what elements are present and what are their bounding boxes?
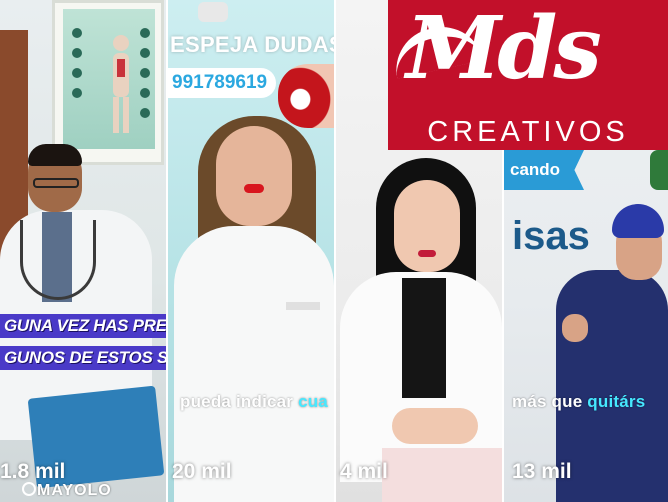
watermark: MAYOLO xyxy=(22,482,112,500)
subtitle-4: más que quitárs xyxy=(512,392,646,411)
phone-number-pill: 991789619 xyxy=(168,68,276,98)
view-count-3: 4 mil xyxy=(340,460,388,483)
video-banner: ESPEJA DUDAS xyxy=(170,32,334,57)
doctor-3-hands xyxy=(392,408,478,444)
wall-banner: cando xyxy=(504,150,584,190)
view-count-2: 20 mil xyxy=(172,460,232,483)
watermark-circle-icon xyxy=(22,482,36,496)
smile-graphic xyxy=(278,64,334,128)
doctor-2-lips xyxy=(244,184,264,193)
doctor-4-scrubs xyxy=(556,270,668,502)
doctor-4-hand xyxy=(562,314,588,342)
mds-creativos-logo: Mds CREATIVOS xyxy=(388,0,668,150)
glasses-icon xyxy=(33,178,79,188)
caption-line-2: GUNOS DE ESTOS SÍNTO xyxy=(0,346,166,370)
logo-subtitle: CREATIVOS xyxy=(427,116,629,148)
security-camera-icon xyxy=(198,2,228,22)
stethoscope-icon xyxy=(20,220,96,300)
view-count-4: 13 mil xyxy=(512,460,572,483)
doctor-2-face xyxy=(216,126,292,226)
plant-decoration xyxy=(650,150,668,190)
papers-prop xyxy=(382,448,502,502)
doctor-3-top xyxy=(402,278,446,398)
video-tile-2[interactable]: ESPEJA DUDAS 991789619 pueda indicar cua… xyxy=(168,0,334,502)
doctor-3-lips xyxy=(418,250,436,257)
video-tile-1[interactable]: GUNA VEZ HAS PRESEN GUNOS DE ESTOS SÍNTO… xyxy=(0,0,166,502)
doctor-3-face xyxy=(394,180,460,272)
subtitle-2: pueda indicar cua xyxy=(180,392,328,411)
anatomy-figure-icon xyxy=(72,28,150,133)
view-count-1: 1.8 mil xyxy=(0,460,66,483)
doctor-1-hair xyxy=(28,144,82,166)
logo-script: Mds xyxy=(406,0,602,99)
doctor-2-name-badge xyxy=(286,302,320,310)
anatomy-poster xyxy=(52,0,164,165)
caption-line-1: GUNA VEZ HAS PRESEN xyxy=(0,314,166,338)
wall-lettering: isas xyxy=(512,214,590,258)
doctor-4-cap xyxy=(612,204,664,238)
